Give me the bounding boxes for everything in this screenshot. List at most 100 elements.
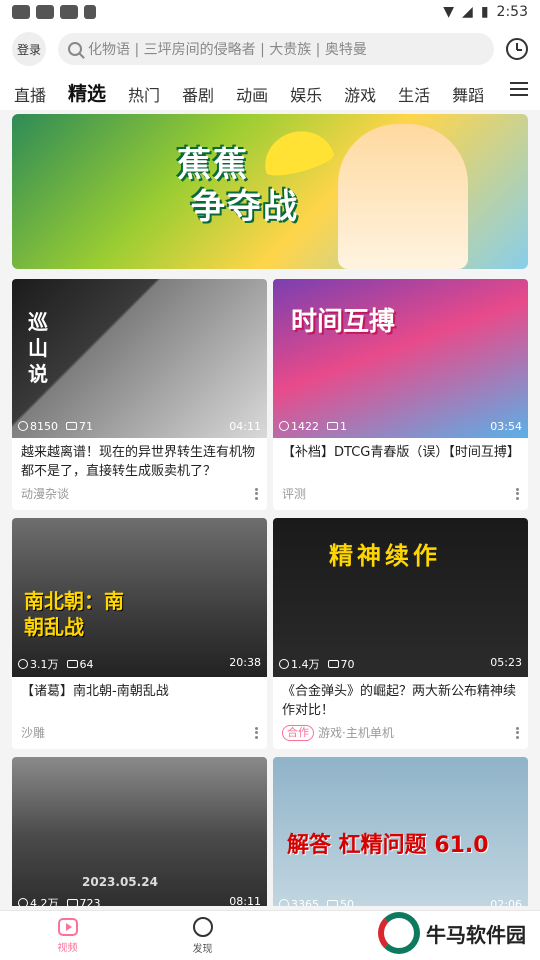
video-icon [57,917,78,936]
play-count-icon [279,659,289,669]
danmaku-icon [66,659,78,668]
view-count: 3.1万 [30,658,59,671]
duration: 05:23 [490,656,522,669]
status-bar: ▼ ◢ ▮ 2:53 [0,0,540,24]
danmaku-count: 50 [340,898,354,906]
video-title: 【诸葛】南北朝-南朝乱战 [21,684,169,699]
play-count-icon [18,659,28,669]
watermark-logo-icon [378,912,420,954]
play-count-icon [18,421,28,431]
wifi-icon: ▼ [443,4,455,20]
tab-live[interactable]: 直播 [14,82,46,106]
thumbnail-overlay-text: 精神续作 [329,542,441,570]
status-time: 2:53 [496,4,528,20]
danmaku-icon [327,900,338,906]
nav-discover[interactable]: 发现 [135,916,270,955]
app-icon [84,5,96,19]
danmaku-icon [327,659,339,668]
tab-games[interactable]: 游戏 [344,82,376,106]
signal-icon: ◢ [462,4,473,20]
video-thumbnail: 南北朝：南朝乱战 3.1万 64 20:38 [12,518,267,677]
video-category: 评测 [282,487,307,501]
category-tabs: 直播 精选 热门 番剧 动画 娱乐 游戏 生活 舞蹈 [0,74,540,110]
duration: 03:54 [490,420,522,433]
duration: 20:38 [229,656,261,669]
danmaku-count: 71 [79,420,93,433]
duration: 04:11 [229,420,261,433]
coop-tag: 合作 [282,724,314,741]
history-clock-icon[interactable] [506,38,528,60]
nav-video[interactable]: 视频 [0,917,135,954]
watermark-text: 牛马软件园 [426,922,526,947]
view-count: 3365 [291,898,319,906]
video-category: 动漫杂谈 [21,487,70,501]
more-options-icon[interactable] [254,726,258,739]
video-card[interactable]: 巡山说 8150 71 04:11 越来越离谱！现在的异世界转生连有机物都不是了… [12,279,267,510]
bug-icon [12,5,30,19]
video-title: 《合金弹头》的崛起？两大新公布精神续作对比！ [282,684,517,718]
danmaku-count: 723 [79,896,101,907]
view-count: 1422 [291,420,319,433]
danmaku-count: 1 [340,420,347,433]
watermark: 牛马软件园 [378,912,526,954]
more-options-icon[interactable] [515,487,519,500]
video-thumbnail: 2023.05.24 4.2万 723 08:11 [12,757,267,906]
login-button[interactable]: 登录 [12,32,46,66]
nav-video-label: 视频 [57,942,78,954]
video-category: 沙雕 [21,726,46,740]
tab-entertainment[interactable]: 娱乐 [290,82,322,106]
thumbnail-overlay-text: 时间互搏 [291,307,396,337]
video-grid: 巡山说 8150 71 04:11 越来越离谱！现在的异世界转生连有机物都不是了… [12,279,528,906]
planet-icon [192,916,213,937]
battery-icon: ▮ [480,4,489,20]
top-bar: 登录 化物语 | 三坪房间的侵略者 | 大贵族 | 奥特曼 [0,24,540,74]
video-card[interactable]: 南北朝：南朝乱战 3.1万 64 20:38 【诸葛】南北朝-南朝乱战 沙雕 [12,518,267,749]
video-thumbnail: 精神续作 1.4万 70 05:23 [273,518,528,677]
menu-icon[interactable] [510,82,528,96]
tab-dance[interactable]: 舞蹈 [452,82,484,106]
wechat-icon [60,5,78,19]
video-title: 【补档】DTCG青春版（误）【时间互搏】 [282,445,520,460]
banner[interactable]: 蕉蕉 争夺战 [12,114,528,269]
danmaku-count: 64 [79,657,94,671]
wechat-icon [36,5,54,19]
video-card[interactable]: 时间互搏 1422 1 03:54 【补档】DTCG青春版（误）【时间互搏】 评… [273,279,528,510]
play-count-icon [279,421,289,431]
video-category: 游戏·主机单机 [318,726,394,740]
feed: 蕉蕉 争夺战 巡山说 8150 71 04:11 越来越离谱！现在的异世界转生连… [0,110,540,906]
video-card[interactable]: 解答 杠精问题 61.0 3365 50 02:06 [273,757,528,906]
tab-hot[interactable]: 热门 [128,82,160,106]
video-thumbnail: 解答 杠精问题 61.0 3365 50 02:06 [273,757,528,906]
more-options-icon[interactable] [254,487,258,500]
play-count-icon [279,899,289,906]
search-input[interactable]: 化物语 | 三坪房间的侵略者 | 大贵族 | 奥特曼 [58,33,494,65]
danmaku-icon [66,422,77,430]
tab-animation[interactable]: 动画 [236,82,268,106]
duration: 08:11 [229,895,261,906]
search-icon [68,42,82,56]
tab-life[interactable]: 生活 [398,82,430,106]
video-thumbnail: 时间互搏 1422 1 03:54 [273,279,528,438]
nav-discover-label: 发现 [192,943,213,955]
video-card[interactable]: 2023.05.24 4.2万 723 08:11 [12,757,267,906]
danmaku-icon [327,422,338,430]
danmaku-count: 70 [340,657,355,671]
notification-icons [12,5,96,19]
video-card[interactable]: 精神续作 1.4万 70 05:23 《合金弹头》的崛起？两大新公布精神续作对比… [273,518,528,749]
thumbnail-overlay-text: 巡山说 [28,310,48,386]
play-count-icon [18,898,28,906]
video-thumbnail: 巡山说 8150 71 04:11 [12,279,267,438]
thumbnail-overlay-text: 南北朝：南朝乱战 [24,589,124,639]
tab-featured[interactable]: 精选 [68,79,106,106]
thumbnail-overlay-text: 解答 杠精问题 61.0 [287,833,489,858]
duration: 02:06 [490,898,522,906]
tab-bangumi[interactable]: 番剧 [182,82,214,106]
view-count: 1.4万 [291,658,320,671]
more-options-icon[interactable] [515,726,519,739]
thumbnail-overlay-text: 2023.05.24 [82,875,158,889]
video-title: 越来越离谱！现在的异世界转生连有机物都不是了，直接转生成贩卖机了？ [21,445,256,479]
search-placeholder: 化物语 | 三坪房间的侵略者 | 大贵族 | 奥特曼 [88,42,367,58]
view-count: 4.2万 [30,897,59,906]
danmaku-icon [66,898,78,906]
banner-title: 蕉蕉 争夺战 [177,145,299,227]
